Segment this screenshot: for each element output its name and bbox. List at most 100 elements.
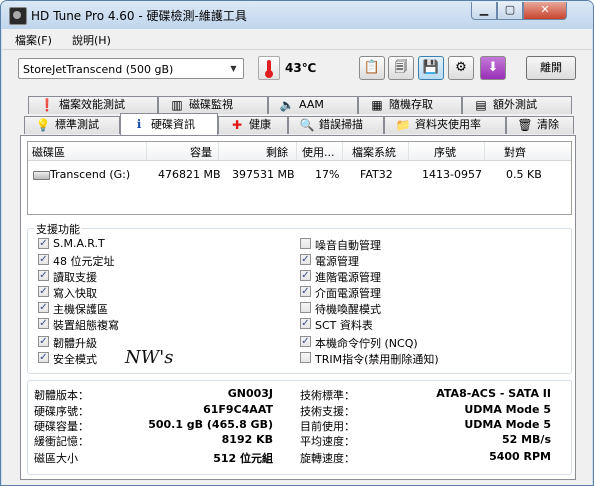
temperature-readout: 43℃	[285, 61, 317, 75]
feature-label: 裝置組態複寫	[53, 319, 119, 332]
feature-label: 主機保護區	[53, 303, 108, 316]
download-icon[interactable]: ⬇	[480, 56, 506, 80]
col-free[interactable]: 剩餘	[266, 144, 288, 160]
tab-health[interactable]: ✚ 健康	[218, 116, 288, 134]
options-icon[interactable]: ⚙	[448, 56, 474, 80]
info-value: ATA8-ACS - SATA II	[436, 387, 551, 400]
feature-label: 韌體升級	[53, 337, 97, 350]
tab-random-access[interactable]: ▦ 隨機存取	[358, 96, 462, 114]
cell-capacity: 476821 MB	[158, 168, 221, 181]
tab-aam[interactable]: 🔈 AAM	[268, 96, 358, 114]
checkbox[interactable]: ✓	[38, 352, 49, 363]
info-label: 磁區大小	[34, 452, 78, 465]
tab-erase[interactable]: 🗑 清除	[506, 116, 574, 134]
copy-screen-icon[interactable]: 🗐	[388, 56, 414, 80]
menu-file[interactable]: 檔案(F)	[15, 32, 52, 48]
feature-label: TRIM指令(禁用刪除通知)	[315, 353, 439, 366]
title-bar: HD Tune Pro 4.60 - 硬碟檢測-維護工具 ▁ ▢ ✕	[1, 1, 593, 29]
checkbox[interactable]: ✓	[38, 318, 49, 329]
feature-label: 進階電源管理	[315, 271, 381, 284]
tab-folder-usage[interactable]: 📁 資料夾使用率	[384, 116, 506, 134]
feature-label: 讀取支援	[53, 271, 97, 284]
info-value: GN003J	[227, 387, 273, 400]
drive-select[interactable]: StoreJetTranscend (500 gB) ▼	[18, 58, 244, 79]
drive-icon	[33, 171, 50, 180]
drive-info-group: 韌體版本： GN003J 硬碟序號： 61F9C4AAT 硬碟容量： 500.1 gB (…	[27, 380, 572, 475]
info-label: 目前使用：	[300, 420, 355, 433]
features-title: 支援功能	[34, 221, 82, 237]
checkbox[interactable]: ✓	[300, 336, 311, 347]
info-panel: 磁碟區 容量 剩餘 使用... 檔案系統 序號 對齊 Transcend (G:…	[20, 135, 576, 480]
col-filesystem[interactable]: 檔案系統	[352, 144, 396, 160]
feature-label: 安全模式	[53, 353, 97, 366]
cell-alignment: 0.5 KB	[506, 168, 542, 181]
app-window: HD Tune Pro 4.60 - 硬碟檢測-維護工具 ▁ ▢ ✕ 檔案(F)…	[0, 0, 594, 486]
checkbox[interactable]	[300, 238, 311, 249]
col-capacity[interactable]: 容量	[190, 144, 212, 160]
minimize-icon[interactable]: ▁	[471, 2, 497, 20]
checkbox[interactable]: ✓	[38, 336, 49, 347]
feature-label: 寫入快取	[53, 287, 97, 300]
info-label: 韌體版本：	[34, 389, 89, 402]
feature-label: S.M.A.R.T	[53, 237, 105, 250]
checkbox[interactable]: ✓	[38, 270, 49, 281]
tab-extra-tests[interactable]: ▤ 額外測試	[462, 96, 572, 114]
partition-list-header: 磁碟區 容量 剩餘 使用... 檔案系統 序號 對齊	[28, 142, 571, 161]
tab-error-scan[interactable]: 🔍 錯誤掃描	[288, 116, 384, 134]
folder-icon: 📁	[395, 118, 411, 132]
copy-info-icon[interactable]: 📋	[359, 56, 385, 80]
checkbox[interactable]: ✓	[38, 238, 49, 249]
tab-info[interactable]: ℹ 硬碟資訊	[120, 113, 218, 135]
checkbox[interactable]: ✓	[300, 286, 311, 297]
drive-select-value: StoreJetTranscend (500 gB)	[23, 63, 174, 76]
info-value: UDMA Mode 5	[464, 418, 551, 431]
cell-volume: Transcend (G:)	[50, 168, 131, 181]
col-alignment[interactable]: 對齊	[504, 144, 526, 160]
partition-list[interactable]: 磁碟區 容量 剩餘 使用... 檔案系統 序號 對齊 Transcend (G:…	[27, 141, 572, 215]
cell-filesystem: FAT32	[360, 168, 393, 181]
tab-benchmark[interactable]: 💡 標準測試	[24, 116, 120, 134]
info-value: UDMA Mode 5	[464, 403, 551, 416]
feature-label: 介面電源管理	[315, 287, 381, 300]
thermometer-icon	[258, 56, 280, 80]
maximize-icon[interactable]: ▢	[497, 2, 523, 20]
checkbox[interactable]: ✓	[38, 254, 49, 265]
hd-tune-app-icon	[9, 7, 27, 25]
checkbox[interactable]	[300, 302, 311, 313]
checkbox[interactable]: ✓	[38, 302, 49, 313]
col-serial[interactable]: 序號	[434, 144, 456, 160]
window-title: HD Tune Pro 4.60 - 硬碟檢測-維護工具	[31, 9, 247, 23]
features-group: 支援功能 ✓ S.M.A.R.T ✓ 48 位元定址 ✓ 讀取支援 ✓ 寫入快取 ✓ 主機保護區 ✓…	[27, 221, 572, 374]
info-value: 52 MB/s	[501, 433, 551, 446]
info-value: 5400 RPM	[489, 450, 551, 463]
checkbox[interactable]: ✓	[300, 318, 311, 329]
menu-help[interactable]: 說明(H)	[72, 32, 111, 48]
feature-label: 待機喚醒模式	[315, 303, 381, 316]
exit-button[interactable]: 離開	[526, 56, 576, 80]
save-icon[interactable]: 💾	[418, 56, 444, 80]
info-label: 技術標準：	[300, 389, 355, 402]
info-label: 硬碟序號：	[34, 405, 89, 418]
checkbox[interactable]	[300, 352, 311, 363]
close-icon[interactable]: ✕	[523, 2, 567, 20]
checkbox[interactable]: ✓	[300, 254, 311, 265]
info-value: 61F9C4AAT	[203, 403, 273, 416]
col-volume[interactable]: 磁碟區	[32, 144, 65, 160]
info-value: 500.1 gB (465.8 GB)	[148, 418, 273, 431]
feature-label: 48 位元定址	[53, 255, 115, 268]
cell-serial: 1413-0957	[422, 168, 482, 181]
checkbox[interactable]: ✓	[38, 286, 49, 297]
info-label: 旋轉速度：	[300, 452, 355, 465]
speaker-icon: 🔈	[279, 98, 295, 112]
disk-monitor-icon: ▥	[171, 98, 183, 112]
feature-label: SCT 資料表	[315, 319, 373, 332]
col-usage[interactable]: 使用...	[302, 144, 335, 160]
extra-tests-icon: ▤	[475, 98, 487, 112]
feature-label: 本機命令佇列 (NCQ)	[315, 337, 418, 350]
chevron-down-icon[interactable]: ▼	[226, 61, 241, 76]
checkbox[interactable]: ✓	[300, 270, 311, 281]
health-cross-icon: ✚	[231, 118, 243, 132]
tab-disk-monitor[interactable]: ▥ 磁碟監視	[158, 96, 268, 114]
info-label: 平均速度：	[300, 435, 355, 448]
tab-file-benchmark[interactable]: ❗ 檔案效能測試	[28, 96, 158, 114]
